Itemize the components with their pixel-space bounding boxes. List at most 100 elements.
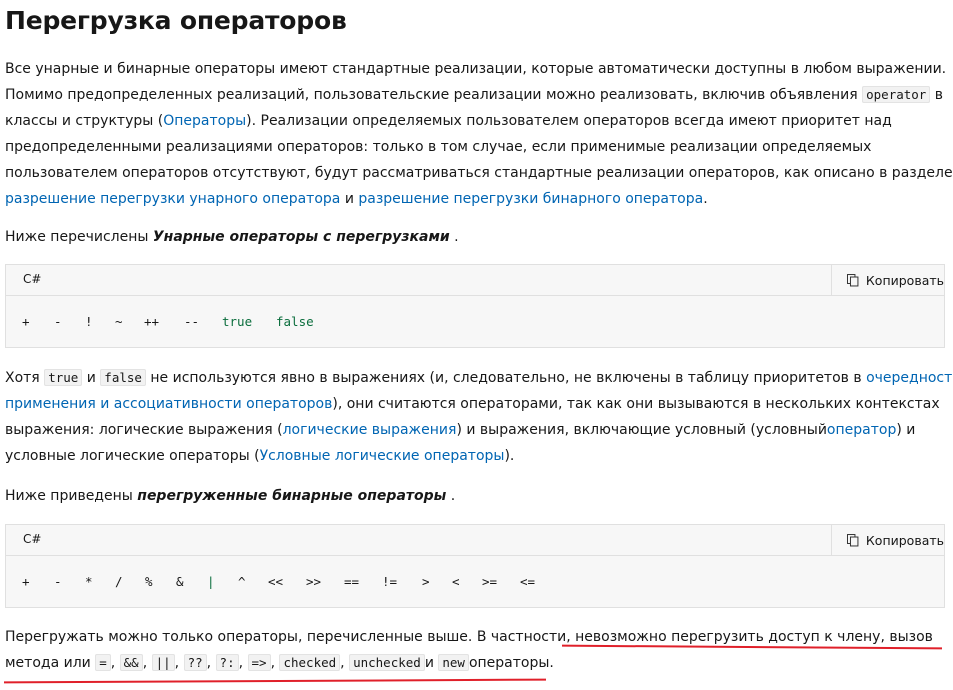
code-token: >: [422, 574, 430, 589]
inline-code-true: true: [44, 369, 83, 386]
text-line: Хотя true и false не используются явно в…: [5, 365, 953, 391]
copy-button[interactable]: Копировать: [831, 265, 944, 295]
text: Ниже перечислены: [5, 229, 153, 245]
link-associativity[interactable]: применения и ассоциативности операторов: [5, 396, 332, 412]
text: Ниже приведены: [5, 488, 138, 504]
binary-intro-paragraph: Ниже приведены перегруженные бинарные оп…: [5, 483, 945, 509]
text: ,: [174, 655, 184, 671]
copy-icon: [846, 534, 859, 547]
text: .: [703, 191, 708, 207]
code-block-binary: C# Копировать + - * / % & | ^ << >> == !…: [5, 524, 945, 608]
text: Помимо предопределенных реализаций, поль…: [5, 87, 863, 103]
text: классы и структуры (: [5, 113, 164, 129]
unary-intro-paragraph: Ниже перечислены Унарные операторы с пер…: [5, 224, 945, 250]
code-token: ==: [344, 574, 360, 589]
text-line: классы и структуры (Операторы). Реализац…: [5, 108, 945, 134]
restrictions-paragraph: Перегружать можно только операторы, пере…: [5, 624, 945, 676]
code-token: *: [85, 574, 93, 589]
code-token: +: [22, 314, 30, 329]
code-block-body: + - ! ~ ++ -- true false: [6, 296, 944, 347]
text: операторы.: [468, 655, 554, 671]
inline-code: ?:: [215, 654, 239, 671]
text: в: [930, 87, 944, 103]
code-keyword: true: [222, 314, 253, 329]
code-language-label: C#: [23, 532, 42, 546]
text-line: Помимо предопределенных реализаций, поль…: [5, 82, 945, 108]
code-token: >=: [482, 574, 498, 589]
link-operators[interactable]: Операторы: [163, 113, 246, 129]
link-logical-expressions[interactable]: логические выражения: [283, 422, 457, 438]
text-line: Ниже приведены перегруженные бинарные оп…: [5, 483, 945, 509]
inline-code: ??: [183, 654, 207, 671]
inline-code: =>: [247, 654, 271, 671]
code-token: <=: [520, 574, 536, 589]
text: .: [446, 488, 456, 504]
text-line: Все унарные и бинарные операторы имеют с…: [5, 61, 947, 77]
text-line: Ниже перечислены Унарные операторы с пер…: [5, 224, 945, 250]
code-block-header: C# Копировать: [6, 525, 944, 556]
code-token: ^: [238, 574, 246, 589]
code-token: &: [176, 574, 184, 589]
copy-button-label: Копировать: [865, 532, 944, 548]
text: выражения: логические выражения (: [5, 422, 283, 438]
text: ,: [238, 655, 248, 671]
copy-button-label: Копировать: [865, 272, 944, 288]
code-token: <<: [268, 574, 284, 589]
text-line: пользователем операторов отсутствуют, бу…: [5, 165, 953, 181]
text: ), они считаются операторами, так как он…: [332, 396, 940, 412]
text: .: [449, 229, 459, 245]
inline-code: checked: [279, 654, 341, 671]
link-conditional-operator[interactable]: оператор: [827, 422, 896, 438]
text-line: предопределенными реализациями операторо…: [5, 139, 872, 155]
inline-code-false: false: [100, 369, 146, 386]
code-token: ++: [144, 314, 160, 329]
code-token: %: [145, 574, 153, 589]
text-line: применения и ассоциативности операторов)…: [5, 391, 945, 417]
text-line: условные логические операторы (Условные …: [5, 443, 945, 469]
inline-code: =: [95, 654, 111, 671]
code-token: +: [22, 574, 30, 589]
text: не используются явно в выражениях (и, сл…: [145, 370, 867, 386]
emphasis: Унарные операторы с перегрузками: [152, 229, 450, 245]
code-token: -: [54, 574, 62, 589]
code-block-unary: C# Копировать + - ! ~ ++ -- true false: [5, 264, 945, 348]
annotation-underline: [3, 678, 547, 684]
code-token: --: [184, 314, 200, 329]
text: условные логические операторы (: [5, 448, 260, 464]
text: ). Реализации определяемых пользователем…: [246, 113, 892, 129]
inline-code: new: [438, 654, 469, 671]
code-language-label: C#: [23, 272, 42, 286]
inline-code: unchecked: [349, 654, 425, 671]
true-false-paragraph: Хотя true и false не используются явно в…: [5, 365, 953, 469]
code-token: -: [54, 314, 62, 329]
text: ,: [110, 655, 120, 671]
inline-code: &&: [119, 654, 143, 671]
link-precedence[interactable]: очередности: [866, 370, 953, 386]
code-token: <: [452, 574, 460, 589]
copy-icon: [846, 274, 859, 287]
inline-code-operator: operator: [862, 86, 931, 103]
link-binary-overload-resolution[interactable]: разрешение перегрузки бинарного оператор…: [358, 191, 703, 207]
link-unary-overload-resolution[interactable]: разрешение перегрузки унарного оператора: [5, 191, 340, 207]
code-token: ~: [115, 314, 123, 329]
code-block-header: C# Копировать: [6, 265, 944, 296]
inline-code: ||: [151, 654, 175, 671]
text-line: метода или =, &&, ||, ??, ?:, =>, checke…: [5, 650, 945, 676]
code-token: >>: [306, 574, 322, 589]
text-line: разрешение перегрузки унарного оператора…: [5, 186, 945, 212]
code-token: /: [115, 574, 123, 589]
link-conditional-logical-operators[interactable]: Условные логические операторы: [260, 448, 505, 464]
text: ) и выражения, включающие условный (усло…: [456, 422, 827, 438]
intro-paragraph: Все унарные и бинарные операторы имеют с…: [5, 56, 953, 212]
code-token: !: [85, 314, 93, 329]
text: ) и: [896, 422, 916, 438]
emphasis: перегруженные бинарные операторы: [137, 488, 447, 504]
code-keyword: false: [276, 314, 314, 329]
page-title: Перегрузка операторов: [5, 6, 347, 35]
text: Хотя: [5, 370, 45, 386]
copy-button[interactable]: Копировать: [831, 525, 944, 555]
text: и: [82, 370, 101, 386]
text: и: [340, 191, 359, 207]
text: ,: [340, 655, 350, 671]
code-token: |: [207, 574, 215, 589]
